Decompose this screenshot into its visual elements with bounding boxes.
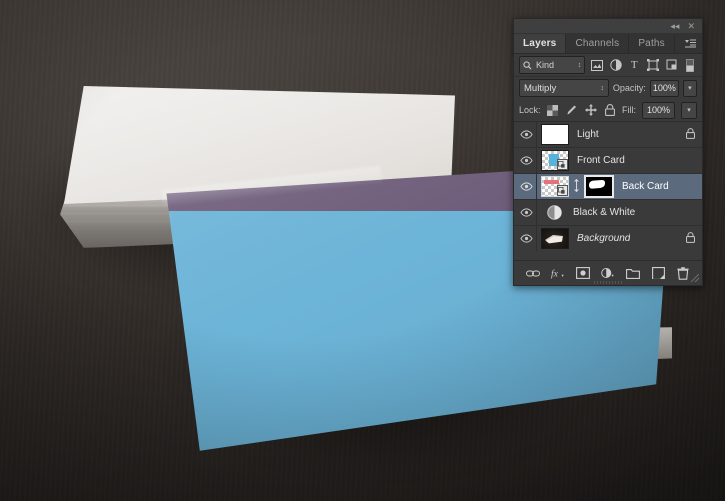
opacity-input[interactable]: 100% xyxy=(649,79,679,97)
blend-mode-row: Multiply ↕ Opacity: 100% ▾ xyxy=(514,77,702,99)
opacity-dropdown-icon[interactable]: ▾ xyxy=(682,79,697,97)
svg-text:fx: fx xyxy=(551,269,559,280)
layer-row-background[interactable]: Background xyxy=(514,226,702,251)
new-layer-button[interactable] xyxy=(651,266,665,280)
tab-layers[interactable]: Layers xyxy=(514,34,567,53)
screenshot-stage: ◂◂ ✕ Layers Channels Paths Kind ↕ T Mult… xyxy=(0,0,725,501)
filter-toggle-icon[interactable] xyxy=(683,58,697,73)
layer-row-back-card[interactable]: Back Card xyxy=(514,174,702,200)
layer-name-light: Light xyxy=(577,129,599,140)
panel-tabs: Layers Channels Paths xyxy=(514,34,702,54)
tab-paths[interactable]: Paths xyxy=(629,34,675,53)
layers-list: Light Front Card Back Card Black & White… xyxy=(514,122,702,251)
link-layers-button[interactable] xyxy=(526,266,540,280)
layer-style-button[interactable]: fx xyxy=(551,266,565,280)
add-layer-mask-button[interactable] xyxy=(576,266,590,280)
fill-dropdown-icon[interactable]: ▾ xyxy=(681,101,697,119)
blend-mode-select[interactable]: Multiply ↕ xyxy=(519,79,609,97)
smart-object-badge xyxy=(557,185,568,196)
layers-panel[interactable]: ◂◂ ✕ Layers Channels Paths Kind ↕ T Mult… xyxy=(513,18,703,286)
panel-titlebar: ◂◂ ✕ xyxy=(514,19,702,34)
tab-channels[interactable]: Channels xyxy=(566,34,630,53)
new-adjustment-layer-button[interactable] xyxy=(601,266,615,280)
layer-row-light[interactable]: Light xyxy=(514,122,702,148)
layer-visibility-toggle[interactable] xyxy=(516,122,537,147)
layer-thumbnail[interactable] xyxy=(541,228,569,249)
filter-adjustment-icon[interactable] xyxy=(609,58,623,73)
panel-corner-grip[interactable] xyxy=(691,274,699,282)
blend-mode-stepper[interactable]: ↕ xyxy=(600,85,604,92)
layer-visibility-toggle[interactable] xyxy=(516,148,537,173)
filter-type-icon[interactable]: T xyxy=(627,58,641,73)
layer-mask-thumbnail[interactable] xyxy=(584,175,614,198)
lock-transparent-pixels-icon[interactable] xyxy=(547,104,559,116)
panel-resize-grip[interactable] xyxy=(594,281,622,284)
panel-menu-icon[interactable] xyxy=(679,34,702,53)
opacity-label: Opacity: xyxy=(612,83,646,93)
new-group-button[interactable] xyxy=(626,266,640,280)
lock-label: Lock: xyxy=(519,105,541,115)
delete-layer-button[interactable] xyxy=(676,266,690,280)
layer-name-back-card: Back Card xyxy=(622,181,669,192)
layer-lock-icon xyxy=(686,127,695,142)
search-icon xyxy=(523,60,532,69)
layer-thumbnail[interactable] xyxy=(541,150,569,171)
layer-visibility-toggle[interactable] xyxy=(516,174,537,199)
filter-pixel-icon[interactable] xyxy=(590,58,604,73)
panel-bottom-toolbar: fx xyxy=(514,260,702,285)
lock-row: Lock: Fill: 100% ▾ xyxy=(514,99,702,122)
filter-row: Kind ↕ T xyxy=(514,54,702,77)
filter-kind-stepper[interactable]: ↕ xyxy=(578,62,582,69)
layer-name-background: Background xyxy=(577,233,631,244)
close-icon[interactable]: ✕ xyxy=(687,21,695,31)
layer-mask-link-icon[interactable] xyxy=(572,178,580,194)
layer-name-front-card: Front Card xyxy=(577,155,625,166)
layer-lock-icon xyxy=(686,231,695,246)
smart-object-badge xyxy=(557,159,568,170)
filter-smart-object-icon[interactable] xyxy=(665,58,679,73)
collapse-icon[interactable]: ◂◂ xyxy=(670,21,679,31)
fill-label: Fill: xyxy=(622,105,636,115)
layer-thumbnail[interactable] xyxy=(543,201,565,224)
fill-input[interactable]: 100% xyxy=(642,101,675,119)
lock-position-icon[interactable] xyxy=(584,104,597,116)
layer-name-black-and-white: Black & White xyxy=(573,207,636,218)
filter-shape-icon[interactable] xyxy=(646,58,660,73)
layer-visibility-toggle[interactable] xyxy=(516,226,537,251)
layer-row-black-and-white[interactable]: Black & White xyxy=(514,200,702,226)
lock-image-pixels-icon[interactable] xyxy=(566,104,578,116)
layer-thumbnail[interactable] xyxy=(541,176,569,197)
layer-thumbnail[interactable] xyxy=(541,124,569,145)
layer-row-front-card[interactable]: Front Card xyxy=(514,148,702,174)
lock-all-icon[interactable] xyxy=(604,104,616,116)
layer-visibility-toggle[interactable] xyxy=(516,200,537,225)
filter-kind-select[interactable]: Kind ↕ xyxy=(519,56,586,74)
filter-kind-value: Kind xyxy=(536,60,555,70)
blend-mode-value: Multiply xyxy=(524,82,557,94)
